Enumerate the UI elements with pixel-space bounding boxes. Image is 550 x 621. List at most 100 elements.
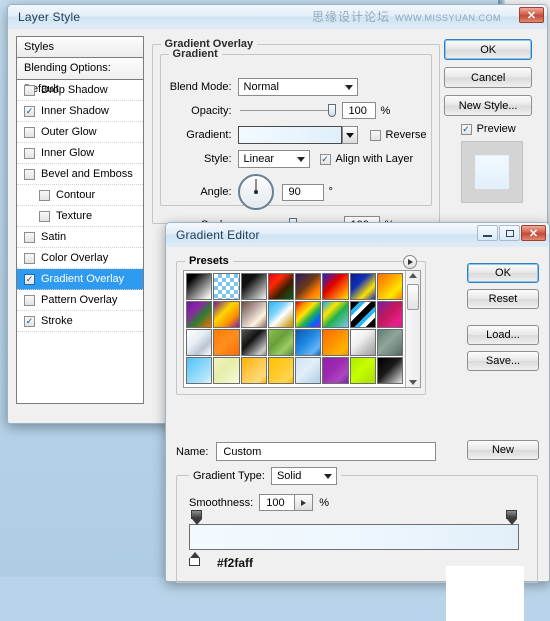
ge-new-button[interactable]: New bbox=[467, 440, 539, 460]
scroll-up-icon[interactable] bbox=[409, 273, 417, 278]
effect-row-inner-glow[interactable]: Inner Glow bbox=[17, 143, 143, 164]
effect-checkbox[interactable] bbox=[24, 253, 35, 264]
preset-swatch[interactable] bbox=[350, 301, 376, 328]
preset-swatch[interactable] bbox=[268, 273, 294, 300]
preset-swatch[interactable] bbox=[350, 273, 376, 300]
ok-button[interactable]: OK bbox=[444, 39, 532, 60]
ge-load-button[interactable]: Load... bbox=[467, 325, 539, 345]
preset-swatch[interactable] bbox=[350, 357, 376, 384]
effect-label: Inner Shadow bbox=[41, 105, 109, 117]
ge-save-button[interactable]: Save... bbox=[467, 351, 539, 371]
preset-swatch[interactable] bbox=[213, 273, 239, 300]
blend-mode-select[interactable]: Normal bbox=[238, 78, 358, 96]
blending-options-row[interactable]: Blending Options: Default bbox=[17, 58, 143, 80]
effect-label: Drop Shadow bbox=[41, 84, 108, 96]
preset-swatch[interactable] bbox=[350, 329, 376, 356]
presets-scrollbar[interactable] bbox=[405, 271, 420, 387]
preview-checkbox[interactable]: ✓ bbox=[461, 124, 472, 135]
effect-row-inner-shadow[interactable]: ✓ Inner Shadow bbox=[17, 101, 143, 122]
effect-row-bevel-and-emboss[interactable]: Bevel and Emboss bbox=[17, 164, 143, 185]
style-select[interactable]: Linear bbox=[238, 150, 310, 168]
preset-swatch[interactable] bbox=[186, 329, 212, 356]
preset-swatch[interactable] bbox=[322, 329, 348, 356]
scrollbar-thumb[interactable] bbox=[407, 284, 419, 310]
effect-checkbox[interactable] bbox=[24, 169, 35, 180]
preset-swatch[interactable] bbox=[377, 329, 403, 356]
preset-swatch[interactable] bbox=[213, 357, 239, 384]
gradient-editor-titlebar[interactable]: Gradient Editor ✕ bbox=[166, 223, 549, 247]
preset-swatch[interactable] bbox=[295, 301, 321, 328]
effect-checkbox[interactable]: ✓ bbox=[24, 316, 35, 327]
minimize-icon[interactable] bbox=[477, 225, 498, 241]
angle-input[interactable]: 90 bbox=[282, 184, 324, 201]
preset-swatch[interactable] bbox=[268, 329, 294, 356]
opacity-slider[interactable] bbox=[240, 104, 336, 118]
preset-swatch[interactable] bbox=[241, 357, 267, 384]
effect-checkbox[interactable] bbox=[24, 295, 35, 306]
opacity-stop-right[interactable] bbox=[506, 510, 517, 524]
reverse-checkbox[interactable] bbox=[370, 130, 381, 141]
effect-row-satin[interactable]: Satin bbox=[17, 227, 143, 248]
preset-swatch[interactable] bbox=[295, 357, 321, 384]
preset-swatch[interactable] bbox=[186, 357, 212, 384]
new-style-button[interactable]: New Style... bbox=[444, 95, 532, 116]
preset-swatch[interactable] bbox=[322, 301, 348, 328]
gradient-dropdown-button[interactable] bbox=[342, 126, 358, 144]
preset-swatch[interactable] bbox=[295, 273, 321, 300]
preset-swatch[interactable] bbox=[186, 301, 212, 328]
layer-style-titlebar[interactable]: Layer Style 思缘设计论坛 WWW.MISSYUAN.COM ✕ bbox=[8, 5, 547, 29]
effect-row-gradient-overlay[interactable]: ✓Gradient Overlay bbox=[17, 269, 143, 290]
smoothness-input[interactable]: 100 bbox=[259, 494, 295, 511]
name-input[interactable]: Custom bbox=[216, 442, 436, 461]
gradient-preview-bar[interactable] bbox=[189, 524, 519, 550]
effect-checkbox[interactable] bbox=[24, 232, 35, 243]
ge-reset-button[interactable]: Reset bbox=[467, 289, 539, 309]
preset-swatch[interactable] bbox=[241, 329, 267, 356]
effect-label: Stroke bbox=[41, 315, 73, 327]
effect-checkbox[interactable] bbox=[24, 127, 35, 138]
preset-swatch[interactable] bbox=[241, 301, 267, 328]
effect-row-outer-glow[interactable]: Outer Glow bbox=[17, 122, 143, 143]
preset-swatch[interactable] bbox=[213, 301, 239, 328]
effect-checkbox[interactable]: ✓ bbox=[24, 106, 35, 117]
effect-row-stroke[interactable]: ✓ Stroke bbox=[17, 311, 143, 332]
opacity-slider-knob[interactable] bbox=[328, 104, 336, 117]
preset-swatch[interactable] bbox=[377, 357, 403, 384]
opacity-input[interactable]: 100 bbox=[342, 102, 376, 119]
effect-row-contour[interactable]: Contour bbox=[17, 185, 143, 206]
preset-swatch[interactable] bbox=[377, 273, 403, 300]
preset-swatch[interactable] bbox=[241, 273, 267, 300]
maximize-icon[interactable] bbox=[499, 225, 520, 241]
gradient-swatch[interactable] bbox=[238, 126, 342, 144]
cancel-button[interactable]: Cancel bbox=[444, 67, 532, 88]
effect-checkbox[interactable] bbox=[24, 85, 35, 96]
effect-checkbox[interactable] bbox=[24, 148, 35, 159]
gradient-type-select[interactable]: Solid bbox=[271, 467, 337, 485]
effect-checkbox[interactable]: ✓ bbox=[24, 274, 35, 285]
preset-swatch[interactable] bbox=[322, 273, 348, 300]
scroll-down-icon[interactable] bbox=[409, 380, 417, 385]
effect-checkbox[interactable] bbox=[39, 211, 50, 222]
preset-swatch[interactable] bbox=[377, 301, 403, 328]
preset-swatch[interactable] bbox=[322, 357, 348, 384]
preset-swatch[interactable] bbox=[213, 329, 239, 356]
preset-swatch[interactable] bbox=[186, 273, 212, 300]
preset-swatch[interactable] bbox=[268, 301, 294, 328]
close-icon[interactable]: ✕ bbox=[521, 225, 546, 241]
ge-ok-button[interactable]: OK bbox=[467, 263, 539, 283]
effect-row-pattern-overlay[interactable]: Pattern Overlay bbox=[17, 290, 143, 311]
close-icon[interactable]: ✕ bbox=[519, 7, 544, 23]
color-stop-left[interactable] bbox=[189, 552, 200, 566]
align-with-layer-checkbox[interactable]: ✓ bbox=[320, 154, 331, 165]
smoothness-stepper[interactable] bbox=[295, 494, 313, 511]
angle-dial[interactable] bbox=[238, 174, 274, 210]
preset-swatch[interactable] bbox=[268, 357, 294, 384]
effect-checkbox[interactable] bbox=[39, 190, 50, 201]
presets-menu-icon[interactable] bbox=[403, 255, 417, 269]
angle-unit: ° bbox=[329, 186, 333, 198]
opacity-stop-left[interactable] bbox=[191, 510, 202, 524]
effect-row-color-overlay[interactable]: Color Overlay bbox=[17, 248, 143, 269]
effect-row-texture[interactable]: Texture bbox=[17, 206, 143, 227]
gradient-editor-window-buttons: ✕ bbox=[477, 225, 546, 241]
preset-swatch[interactable] bbox=[295, 329, 321, 356]
